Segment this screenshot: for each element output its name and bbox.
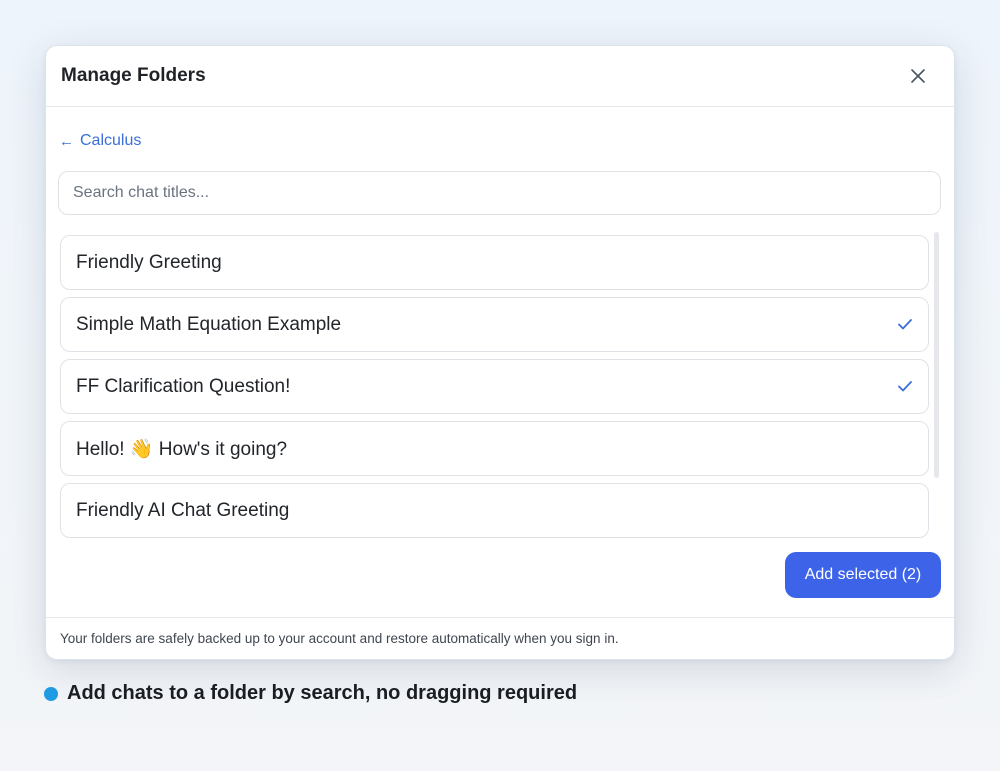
list-item[interactable]: FF Clarification Question! bbox=[60, 359, 929, 414]
manage-folders-modal: Manage Folders ← Calculus Friendly Greet… bbox=[45, 45, 955, 660]
chat-list: Friendly Greeting Simple Math Equation E… bbox=[60, 235, 930, 540]
list-item-label: FF Clarification Question! bbox=[76, 375, 291, 397]
list-item[interactable]: Simple Math Equation Example bbox=[60, 297, 929, 352]
feature-caption: Add chats to a folder by search, no drag… bbox=[44, 682, 577, 705]
close-icon[interactable] bbox=[906, 64, 930, 88]
modal-title: Manage Folders bbox=[61, 65, 206, 86]
list-item-label: Hello! 👋 How's it going? bbox=[76, 438, 288, 460]
add-selected-button[interactable]: Add selected (2) bbox=[785, 552, 941, 598]
caption-text: Add chats to a folder by search, no drag… bbox=[67, 682, 578, 704]
modal-footer: Your folders are safely backed up to you… bbox=[46, 617, 954, 659]
modal-header: Manage Folders bbox=[46, 46, 954, 107]
search-input[interactable] bbox=[58, 171, 941, 215]
list-item[interactable]: Friendly Greeting bbox=[60, 235, 929, 290]
check-icon bbox=[898, 379, 914, 395]
list-item-label: Simple Math Equation Example bbox=[76, 313, 342, 335]
back-link-calculus[interactable]: ← Calculus bbox=[59, 132, 141, 150]
list-item[interactable]: Friendly AI Chat Greeting bbox=[60, 483, 929, 538]
check-icon bbox=[898, 317, 914, 333]
bullet-dot-icon bbox=[44, 686, 58, 701]
list-item-label: Friendly Greeting bbox=[76, 251, 222, 273]
list-scrollbar[interactable] bbox=[934, 232, 939, 478]
list-item[interactable]: Hello! 👋 How's it going? bbox=[60, 421, 929, 476]
back-link-label: Calculus bbox=[80, 132, 142, 149]
arrow-left-icon: ← bbox=[59, 132, 74, 150]
list-item-label: Friendly AI Chat Greeting bbox=[76, 499, 290, 521]
footer-note: Your folders are safely backed up to you… bbox=[60, 631, 619, 646]
